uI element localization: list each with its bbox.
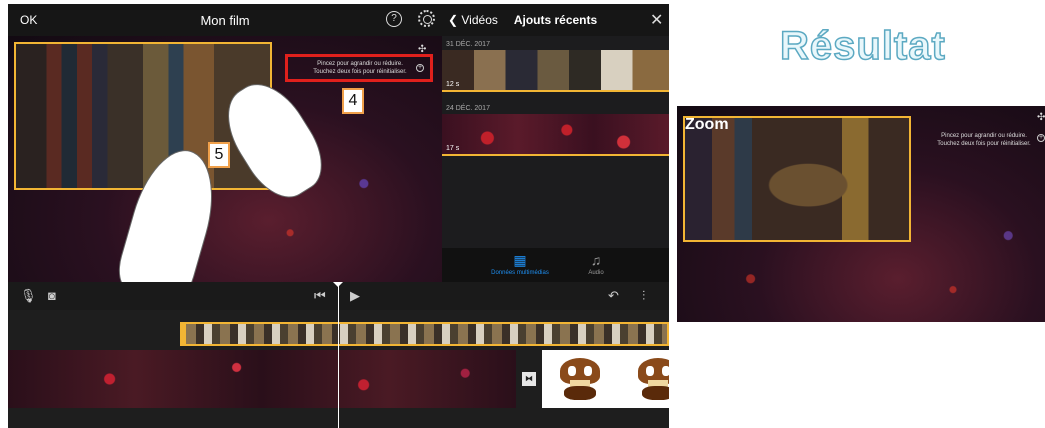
waveform-icon[interactable]: ⫶ [642, 288, 645, 304]
media-clip[interactable]: 17 s [442, 114, 669, 156]
close-icon[interactable]: ✕ [650, 10, 663, 30]
pinch-hint-line2: Touchez deux fois pour réinitialiser. [937, 141, 1031, 147]
tab-media[interactable]: ▦ Données multimédias [490, 252, 550, 276]
browser-header: ❮ Vidéos Ajouts récents ✕ [442, 4, 669, 36]
tab-audio[interactable]: ♫ Audio [566, 252, 626, 276]
camera-icon[interactable]: ◙ [48, 288, 56, 303]
tab-label: Audio [588, 270, 604, 276]
music-note-icon: ♫ [590, 252, 602, 268]
video-clip[interactable] [542, 350, 669, 408]
pinch-hint: Pincez pour agrandir ou réduire. Touchez… [923, 132, 1045, 148]
undo-icon[interactable]: ↶ [608, 288, 619, 304]
goomba-image [560, 358, 600, 400]
section-date: 24 DÉC. 2017 [446, 105, 490, 112]
clip-duration: 12 s [446, 81, 460, 88]
top-bar: OK Mon film ? [8, 4, 442, 36]
video-viewer[interactable]: Pincez pour agrandir ou réduire. Touchez… [8, 36, 442, 306]
zoom-toggle-icon: + [1037, 134, 1045, 142]
browser-title: Ajouts récents [513, 13, 598, 27]
result-preview: Zoom Pincez pour agrandir ou réduire. To… [677, 106, 1045, 322]
transition-icon[interactable]: ⧓ [522, 372, 536, 386]
imovie-app: OK Mon film ? Pincez pour agrandir ou ré… [8, 4, 669, 428]
pinch-hint-line1: Pincez pour agrandir ou réduire. [941, 133, 1027, 139]
zoom-frame [683, 116, 911, 242]
step-callout-5: 5 [208, 142, 230, 168]
browser-tabs: ▦ Données multimédias ♫ Audio [442, 248, 669, 282]
goomba-image [638, 358, 669, 400]
skip-back-icon[interactable]: ⏮ [314, 288, 326, 304]
help-icon[interactable]: ? [386, 11, 402, 27]
step-callout-4: 4 [342, 88, 364, 114]
video-clip[interactable] [8, 350, 516, 408]
move-icon: ✣ [1037, 112, 1045, 123]
result-heading: Résultat [779, 23, 946, 69]
media-browser: ❮ Vidéos Ajouts récents ✕ 31 DÉC. 2017 1… [442, 4, 669, 282]
gear-icon[interactable] [418, 10, 435, 27]
clip-duration: 17 s [446, 145, 460, 152]
playhead[interactable] [333, 282, 343, 428]
section-date: 31 DÉC. 2017 [446, 41, 490, 48]
play-icon[interactable]: ▶ [350, 288, 360, 304]
tab-label: Données multimédias [491, 270, 549, 276]
selected-clip-track[interactable] [180, 322, 669, 346]
zoom-label: Zoom [685, 116, 729, 133]
film-icon: ▦ [513, 252, 527, 268]
microphone-icon[interactable]: 🎙 [20, 288, 37, 304]
highlight-box [285, 54, 433, 82]
project-title: Mon film [200, 13, 250, 28]
media-clip[interactable]: 12 s [442, 50, 669, 92]
